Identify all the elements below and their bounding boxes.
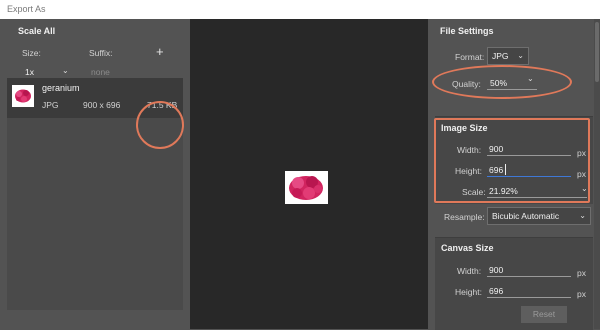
format-select[interactable]: JPG ⌄ (487, 47, 529, 65)
suffix-label: Suffix: (89, 48, 113, 58)
canvas-width-underline (487, 276, 571, 277)
canvas-width-value: 900 (489, 265, 504, 275)
canvas-height-underline (487, 297, 571, 298)
size-label: Size: (22, 48, 41, 58)
canvas-height-field[interactable]: 696 (487, 284, 571, 298)
window-title: Export As (0, 0, 600, 19)
canvas-height-unit: px (577, 289, 586, 299)
add-scale-button[interactable]: + (156, 44, 164, 59)
annotation-circle-file-size (136, 101, 184, 149)
canvas-height-value: 696 (489, 286, 504, 296)
annotation-ellipse-quality (432, 65, 572, 99)
reset-button[interactable]: Reset (521, 306, 567, 323)
canvas-width-label: Width: (457, 266, 482, 276)
size-value: 1x (25, 67, 34, 77)
scale-all-title: Scale All (18, 26, 56, 36)
format-value: JPG (492, 51, 509, 61)
asset-format: JPG (42, 100, 59, 110)
flower-image-icon (15, 89, 31, 103)
chevron-down-icon: ⌄ (579, 211, 586, 220)
canvas-width-unit: px (577, 268, 586, 278)
asset-name: geranium (42, 83, 80, 93)
resample-select[interactable]: Bicubic Automatic ⌄ (487, 207, 591, 225)
scrollbar-thumb[interactable] (595, 22, 599, 82)
file-settings-title: File Settings (440, 26, 494, 36)
resample-value: Bicubic Automatic (492, 211, 560, 221)
format-label: Format: (455, 52, 485, 62)
canvas-width-field[interactable]: 900 (487, 263, 571, 277)
canvas-size-title: Canvas Size (441, 243, 494, 253)
chevron-down-icon: ⌄ (62, 66, 69, 75)
chevron-down-icon: ⌄ (517, 51, 524, 60)
suffix-input: none (91, 67, 110, 77)
size-dropdown[interactable]: 1x ⌄ (22, 65, 72, 80)
asset-dimensions: 900 x 696 (83, 100, 121, 110)
suffix-field[interactable]: none (89, 65, 147, 80)
asset-thumbnail (12, 85, 34, 107)
flower-preview-icon (289, 176, 323, 200)
preview-image[interactable] (285, 171, 328, 204)
resample-label: Resample: (444, 212, 485, 222)
canvas-height-label: Height: (455, 287, 482, 297)
annotation-rect-image-size (434, 118, 590, 203)
